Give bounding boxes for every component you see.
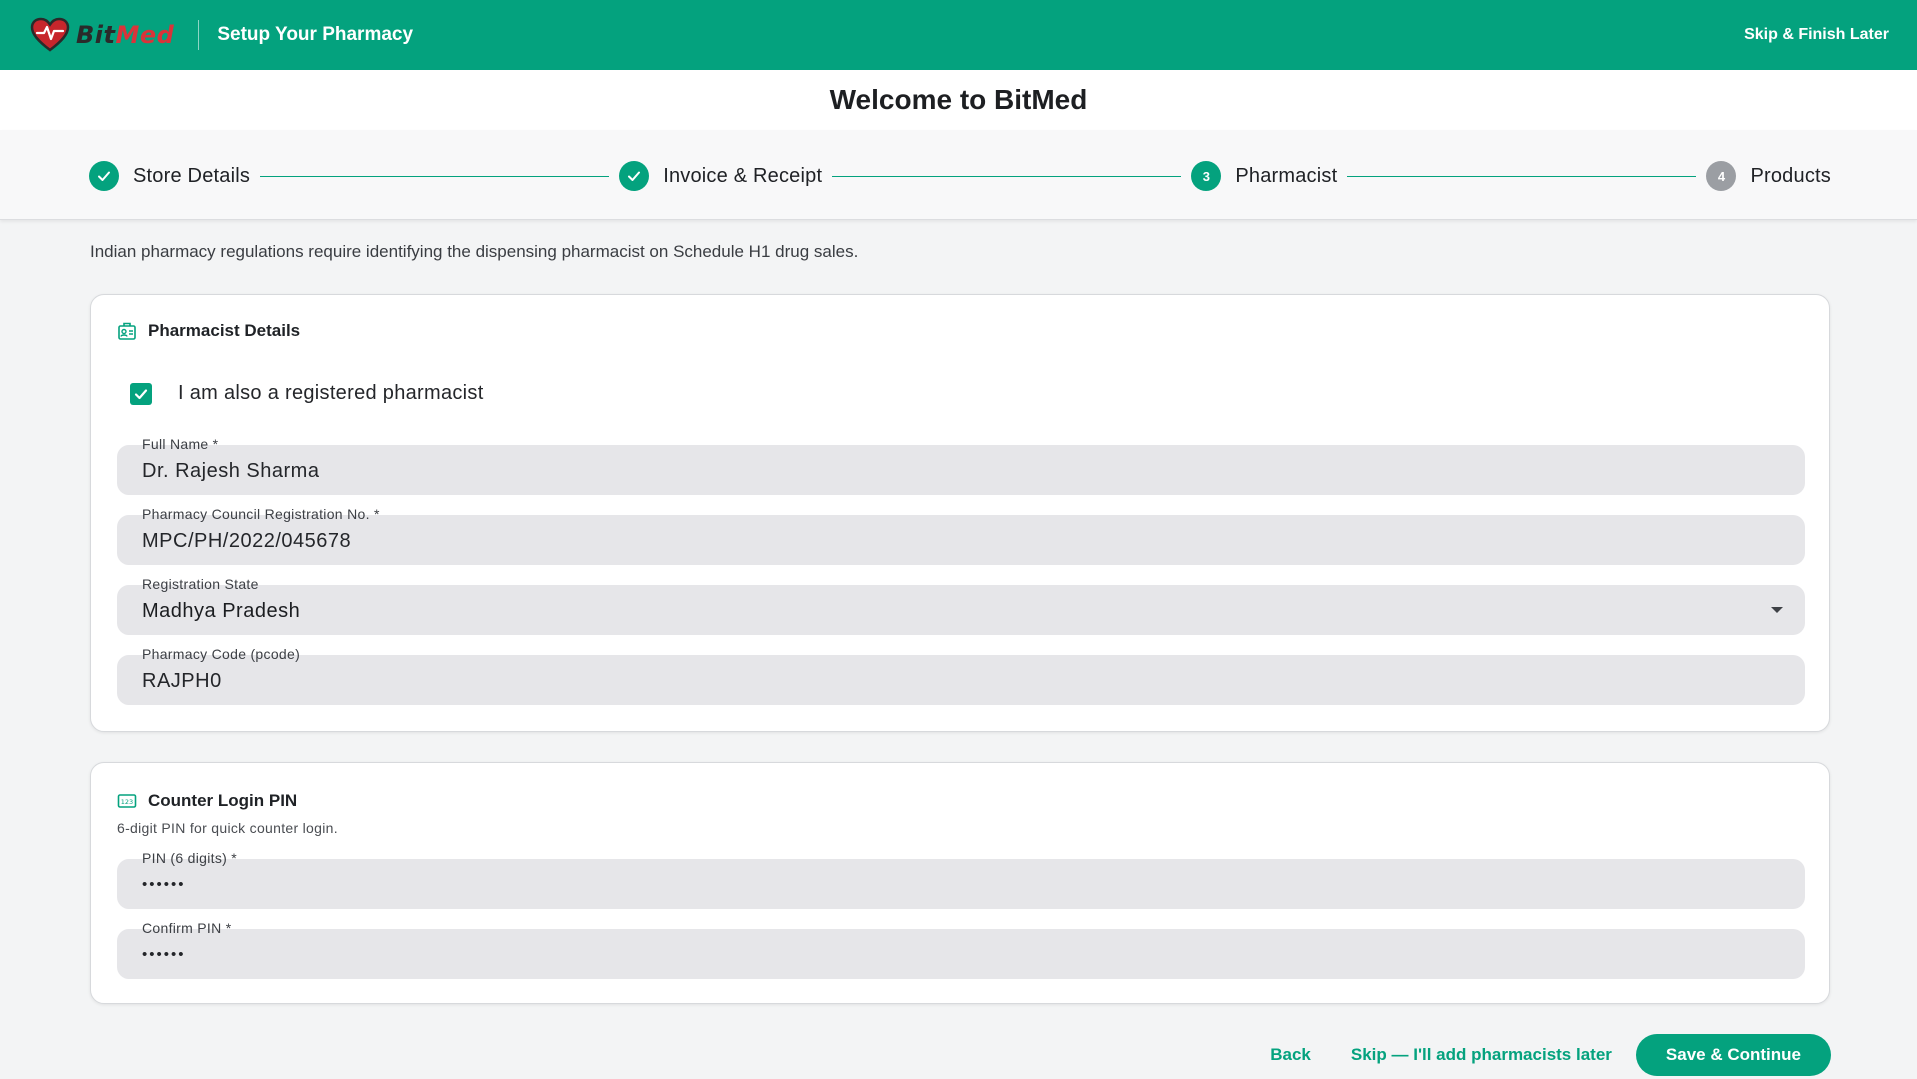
confirm-pin-masked-value: •••••• xyxy=(142,946,186,963)
confirm-pin-field[interactable]: Confirm PIN * •••••• xyxy=(117,920,1805,979)
step-store-details[interactable]: Store Details xyxy=(89,161,250,191)
field-label: Registration State xyxy=(142,576,263,592)
pin-masked-value: •••••• xyxy=(142,876,186,893)
numeric-keypad-icon: 123 xyxy=(117,791,137,811)
field-label: Pharmacy Council Registration No. * xyxy=(142,506,384,522)
registration-state-value: Madhya Pradesh xyxy=(142,600,301,622)
save-continue-button[interactable]: Save & Continue xyxy=(1635,1034,1831,1076)
stepper-track: Store Details Invoice & Receipt 3 Pharma… xyxy=(89,160,1831,192)
skip-pharmacists-button[interactable]: Skip — I'll add pharmacists later xyxy=(1351,1045,1612,1065)
card-subtitle: 6-digit PIN for quick counter login. xyxy=(117,820,338,836)
check-icon xyxy=(619,161,650,191)
step-number-badge: 4 xyxy=(1706,161,1737,191)
regulation-notice: Indian pharmacy regulations require iden… xyxy=(90,242,859,261)
logo-wordmark: BitMed xyxy=(76,21,174,49)
svg-text:123: 123 xyxy=(121,798,133,806)
check-icon xyxy=(89,161,119,191)
step-connector xyxy=(260,175,610,177)
field-label: Confirm PIN * xyxy=(142,920,236,936)
setup-stepper: Store Details Invoice & Receipt 3 Pharma… xyxy=(0,130,1917,220)
pharmacist-details-card: Pharmacist Details I am also a registere… xyxy=(90,294,1830,732)
checkbox-label: I am also a registered pharmacist xyxy=(178,382,484,404)
counter-login-pin-card: 123 Counter Login PIN 6-digit PIN for qu… xyxy=(90,762,1830,1004)
field-label: Pharmacy Code (pcode) xyxy=(142,646,305,662)
checkbox-checked-icon[interactable] xyxy=(130,382,152,405)
step-label: Products xyxy=(1750,164,1831,187)
dropdown-arrow-icon[interactable] xyxy=(1771,607,1783,613)
form-actions: Back Skip — I'll add pharmacists later S… xyxy=(1270,1034,1831,1076)
card-title: Pharmacist Details xyxy=(148,321,301,340)
step-connector xyxy=(1347,175,1697,177)
heart-logo-icon xyxy=(30,17,70,52)
step-label: Pharmacist xyxy=(1235,164,1338,187)
pharmacy-code-field[interactable]: Pharmacy Code (pcode) RAJPH0 xyxy=(117,646,1805,705)
pin-field[interactable]: PIN (6 digits) * •••••• xyxy=(117,850,1805,909)
header-divider xyxy=(198,20,200,50)
step-invoice-receipt[interactable]: Invoice & Receipt xyxy=(619,161,822,191)
step-products[interactable]: 4 Products xyxy=(1706,161,1831,191)
back-button[interactable]: Back xyxy=(1270,1045,1311,1065)
top-app-bar: BitMed Setup Your Pharmacy Skip & Finish… xyxy=(0,0,1917,70)
header-title: Setup Your Pharmacy xyxy=(217,24,414,45)
registered-pharmacist-checkbox[interactable]: I am also a registered pharmacist xyxy=(130,382,484,405)
field-label: Full Name * xyxy=(142,436,223,452)
pharmacy-code-value: RAJPH0 xyxy=(142,670,222,692)
registration-number-field[interactable]: Pharmacy Council Registration No. * MPC/… xyxy=(117,506,1805,565)
step-label: Store Details xyxy=(133,164,251,187)
card-header: 123 Counter Login PIN xyxy=(117,791,297,811)
bitmed-logo[interactable]: BitMed xyxy=(30,17,174,53)
field-label: PIN (6 digits) * xyxy=(142,850,242,866)
full-name-value: Dr. Rajesh Sharma xyxy=(142,460,320,482)
full-name-field[interactable]: Full Name * Dr. Rajesh Sharma xyxy=(117,436,1805,495)
step-pharmacist[interactable]: 3 Pharmacist xyxy=(1191,161,1337,191)
card-title: Counter Login PIN xyxy=(148,791,298,810)
step-label: Invoice & Receipt xyxy=(663,164,823,187)
registration-number-value: MPC/PH/2022/045678 xyxy=(142,530,352,552)
card-header: Pharmacist Details xyxy=(117,321,300,341)
step-number-badge: 3 xyxy=(1191,161,1222,191)
step-connector xyxy=(832,175,1182,177)
logo-text-bit: Bit xyxy=(76,21,116,49)
welcome-title: Welcome to BitMed xyxy=(0,70,1917,130)
registration-state-select[interactable]: Registration State Madhya Pradesh xyxy=(117,576,1805,635)
id-badge-icon xyxy=(117,321,137,341)
skip-finish-later-button[interactable]: Skip & Finish Later xyxy=(1744,26,1889,44)
logo-text-med: Med xyxy=(115,21,175,49)
